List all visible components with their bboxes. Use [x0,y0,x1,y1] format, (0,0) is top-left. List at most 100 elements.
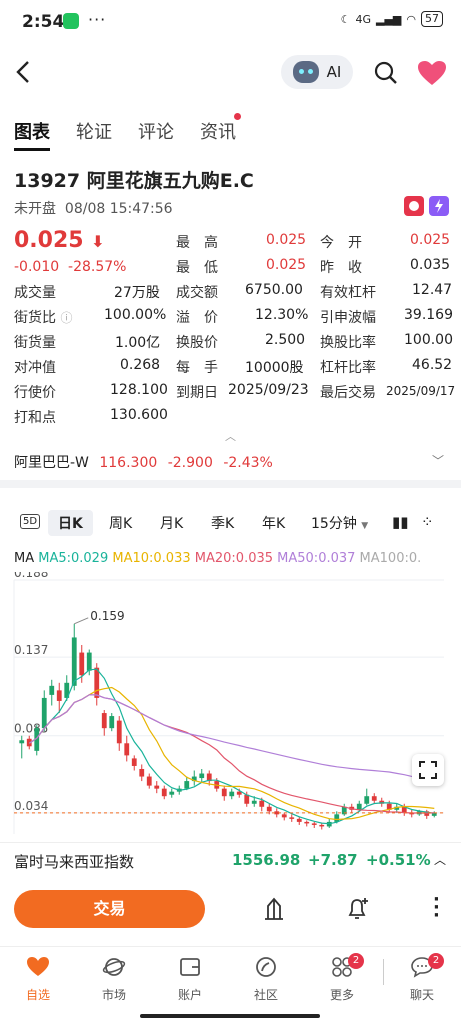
candle-style-icon[interactable]: ▮▮ [392,513,409,531]
index-ticker[interactable]: 富时马来西亚指数 1556.98 +7.87 +0.51% ︿ [0,842,461,878]
nav-more[interactable]: 更多 2 [312,953,372,1003]
candle-body [169,791,175,795]
collapse-icon[interactable]: ︿ [225,428,236,444]
kline-chart[interactable]: 0.1880.1370.0850.0340.159 [0,572,461,844]
heart-icon[interactable] [417,60,447,86]
moon-icon: ☾ [340,12,351,26]
underlying-price: 116.300 [99,455,158,471]
tab-5d[interactable]: 5D [20,514,41,529]
candle-body [101,713,107,729]
nav-label: 市场 [101,988,126,1002]
index-change: +7.87 [308,851,358,869]
wechat-icon [63,13,79,29]
section-divider [0,480,461,488]
news-dot [234,113,241,120]
candle-body [116,720,122,744]
ma-label: MA [14,551,35,566]
break-even-value: 130.600 [110,407,168,423]
index-pct: +0.51% [366,851,431,869]
nav-watchlist[interactable]: 自选 [8,955,68,1003]
ma20-label: MA20:0.035 [194,551,274,566]
last-trade-value: 2025/09/17 [386,384,456,398]
ai-label: AI [326,63,342,81]
candle-body [41,697,47,729]
high-label: 0.159 [90,609,124,623]
more-badge: 2 [348,953,364,969]
candle-body [131,758,137,766]
nav-account[interactable]: 账户 [160,955,220,1003]
tab-comments[interactable]: 评论 [138,118,174,151]
y-tick-label: 0.137 [14,643,48,657]
ma50-label: MA50:0.037 [277,551,356,566]
underlying-row[interactable]: 阿里巴巴-W 116.300 -2.900 -2.43% [14,452,279,472]
index-name: 富时马来西亚指数 [14,853,135,871]
amount-label: 成交额 [176,285,218,301]
candle-body [49,685,55,695]
tab-year-k[interactable]: 年K [262,513,285,533]
more-options-icon[interactable]: · · · [433,891,440,925]
tab-quarter-k[interactable]: 季K [211,513,234,533]
eff-leverage-label: 有效杠杆 [320,285,376,301]
nav-chat[interactable]: 聊天 2 [392,953,452,1003]
candle-body [229,791,235,797]
volume-value: 27万股 [114,285,160,301]
candle-body [79,652,85,676]
tab-news[interactable]: 资讯 [200,118,236,151]
conv-ratio-label: 换股比率 [320,335,376,351]
position-icon[interactable] [262,896,286,922]
lot-value: 10000股 [245,360,304,376]
tab-week-k[interactable]: 周K [109,513,132,533]
tab-chart[interactable]: 图表 [14,118,50,151]
status-dots: ··· [88,10,107,29]
nav-divider [383,959,384,985]
conv-ratio-value: 100.00 [404,332,453,348]
quote-time: 08/08 15:47:56 [64,201,173,217]
nav-label: 聊天 [409,988,434,1002]
high-marker [74,617,89,625]
bottom-nav: 自选 市场 账户 社区 更多 2 聊天 2 [0,946,461,1006]
search-icon[interactable] [373,60,399,86]
ma5-label: MA5:0.029 [38,551,109,566]
tab-day-k[interactable]: 日K [48,510,93,536]
tab-15min[interactable]: 15分钟 ▼ [311,513,368,533]
expand-icon[interactable]: ﹀ [432,452,444,469]
candle-body [356,803,362,810]
nav-community[interactable]: 社区 [236,955,296,1003]
tab-warrants[interactable]: 轮证 [76,118,112,151]
high-value: 0.025 [266,232,307,248]
candle-body [364,796,370,804]
candle-body [221,788,227,797]
lightning-icon [429,196,449,216]
nav-market[interactable]: 市场 [84,955,144,1003]
street-ratio-value: 100.00% [104,307,167,323]
lot-label: 每 手 [176,360,218,376]
wallet-icon [180,958,200,976]
candle-body [259,800,265,807]
candle-body [86,652,92,671]
candle-body [199,773,205,779]
fullscreen-button[interactable] [412,754,444,786]
alert-bell-icon[interactable] [345,895,371,923]
trade-button[interactable]: 交易 [14,890,205,928]
strike-label: 行使价 [14,385,56,401]
nav-label: 自选 [25,988,50,1002]
outstanding-value: 1.00亿 [115,335,161,351]
candle-body [311,823,317,825]
candle-body [319,824,325,827]
battery-icon: 57 [421,11,443,27]
tab-month-k[interactable]: 月K [160,513,183,533]
status-time: 2:54 [22,12,65,32]
open-label: 今 开 [320,235,362,251]
robot-icon [292,61,319,83]
index-value: 1556.98 [232,851,301,869]
candle-body [296,818,302,822]
amount-value: 6750.00 [245,282,303,298]
prev-close-label: 昨 收 [320,260,362,276]
ai-assistant-button[interactable]: AI [281,55,353,89]
volume-label: 成交量 [14,285,56,301]
premium-label: 溢 价 [176,310,218,326]
back-icon[interactable] [14,60,34,84]
grid-icon[interactable]: ⁘ [421,513,434,531]
index-collapse-icon[interactable]: ︿ [434,851,446,868]
market-status: 未开盘 [14,201,56,217]
